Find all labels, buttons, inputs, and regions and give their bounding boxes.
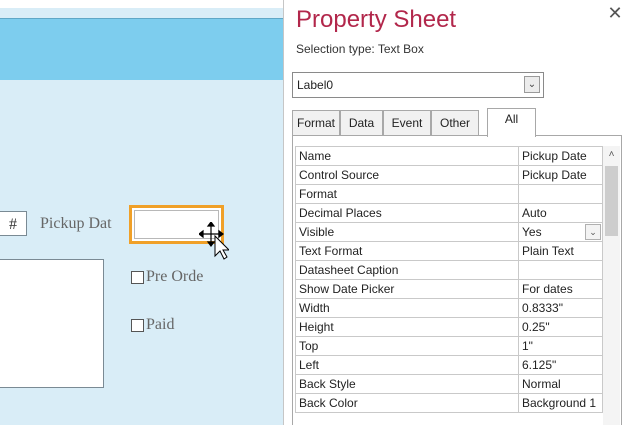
list-box-control[interactable] xyxy=(0,259,104,388)
chevron-up-icon[interactable]: ˄ xyxy=(603,146,620,164)
tab-other[interactable]: Other xyxy=(431,110,479,135)
property-name: Show Date Picker xyxy=(295,279,519,299)
property-value-text: 6.125" xyxy=(522,358,557,372)
property-value[interactable]: 0.8333" xyxy=(518,298,603,318)
chevron-down-icon[interactable]: ⌄ xyxy=(585,224,601,240)
property-name: Top xyxy=(295,336,519,356)
checkbox-square[interactable] xyxy=(131,270,144,284)
property-value[interactable]: Pickup Date xyxy=(518,165,603,185)
selection-type-label: Selection type: Text Box xyxy=(296,42,424,56)
selected-object-value: Label0 xyxy=(297,78,334,92)
property-tabs: Format Data Event Other All xyxy=(292,108,622,137)
property-value[interactable]: 0.25" xyxy=(518,317,603,337)
property-value[interactable] xyxy=(518,184,603,204)
checkbox-square[interactable] xyxy=(131,318,144,332)
checkbox-label: Pre Orde xyxy=(146,268,204,285)
property-scrollbar[interactable]: ˄ xyxy=(603,146,620,425)
property-value-text: Pickup Date xyxy=(522,149,587,163)
property-row[interactable]: Control Source Pickup Date xyxy=(295,165,603,185)
property-row[interactable]: Name Pickup Date xyxy=(295,146,603,166)
property-row[interactable]: Height 0.25" xyxy=(295,317,603,337)
property-name: Back Color xyxy=(295,393,519,413)
property-value-text: Auto xyxy=(522,206,547,220)
tab-event[interactable]: Event xyxy=(383,110,431,135)
property-row[interactable]: Decimal Places Auto xyxy=(295,203,603,223)
property-value-text: For dates xyxy=(522,282,573,296)
chevron-down-icon[interactable]: ⌄ xyxy=(524,76,540,93)
property-name: Height xyxy=(295,317,519,337)
property-name: Control Source xyxy=(295,165,519,185)
form-design-area[interactable]: # Pickup Dat Pre Orde Paid xyxy=(0,0,283,425)
property-sheet-title: Property Sheet xyxy=(296,6,457,33)
property-row[interactable]: Text Format Plain Text xyxy=(295,241,603,261)
property-value[interactable]: For dates xyxy=(518,279,603,299)
property-row[interactable]: Top 1" xyxy=(295,336,603,356)
property-name: Visible xyxy=(295,222,519,242)
property-value-text: Pickup Date xyxy=(522,168,587,182)
property-value[interactable]: Plain Text xyxy=(518,241,603,261)
form-header-section[interactable] xyxy=(0,19,283,80)
property-value-text: Background 1 xyxy=(522,396,597,410)
property-name: Text Format xyxy=(295,241,519,261)
property-value-text: 0.8333" xyxy=(522,301,563,315)
pickup-date-label[interactable]: Pickup Dat xyxy=(40,213,130,235)
move-cursor-icon xyxy=(199,222,229,260)
property-value-text: 0.25" xyxy=(522,320,550,334)
property-row[interactable]: Back Color Background 1 xyxy=(295,393,603,413)
property-value[interactable]: Background 1 xyxy=(518,393,603,413)
property-value-text: Normal xyxy=(522,377,561,391)
property-value[interactable]: Yes ⌄ xyxy=(518,222,603,242)
tab-all[interactable]: All xyxy=(487,108,536,137)
hash-label[interactable]: # xyxy=(0,211,27,236)
property-name: Datasheet Caption xyxy=(295,260,519,280)
property-row[interactable]: Format xyxy=(295,184,603,204)
property-name: Name xyxy=(295,146,519,166)
property-grid: Name Pickup Date Control Source Pickup Date… xyxy=(295,146,603,413)
property-value-text: Yes xyxy=(522,225,542,239)
close-icon[interactable]: ✕ xyxy=(606,4,624,22)
property-value[interactable]: Pickup Date xyxy=(518,146,603,166)
property-value-text: Plain Text xyxy=(522,244,574,258)
property-sheet-pane: Property Sheet ✕ Selection type: Text Bo… xyxy=(283,0,628,425)
property-row[interactable]: Back Style Normal xyxy=(295,374,603,394)
scroll-thumb[interactable] xyxy=(605,166,618,236)
paid-checkbox[interactable]: Paid xyxy=(131,314,174,336)
pre-order-checkbox[interactable]: Pre Orde xyxy=(131,266,203,288)
checkbox-label: Paid xyxy=(146,316,175,333)
property-value[interactable]: Normal xyxy=(518,374,603,394)
property-row[interactable]: Datasheet Caption xyxy=(295,260,603,280)
property-value-text: 1" xyxy=(522,339,533,353)
property-name: Decimal Places xyxy=(295,203,519,223)
property-name: Width xyxy=(295,298,519,318)
property-row[interactable]: Visible Yes ⌄ xyxy=(295,222,603,242)
property-value[interactable]: Auto xyxy=(518,203,603,223)
property-row[interactable]: Width 0.8333" xyxy=(295,298,603,318)
property-name: Left xyxy=(295,355,519,375)
object-selector-dropdown[interactable]: Label0 ⌄ xyxy=(292,72,544,98)
design-top-edge xyxy=(0,0,283,8)
tab-data[interactable]: Data xyxy=(340,110,383,135)
property-value[interactable] xyxy=(518,260,603,280)
property-row[interactable]: Show Date Picker For dates xyxy=(295,279,603,299)
property-row[interactable]: Left 6.125" xyxy=(295,355,603,375)
property-value[interactable]: 6.125" xyxy=(518,355,603,375)
tab-format[interactable]: Format xyxy=(292,110,340,135)
property-name: Back Style xyxy=(295,374,519,394)
property-value[interactable]: 1" xyxy=(518,336,603,356)
property-name: Format xyxy=(295,184,519,204)
